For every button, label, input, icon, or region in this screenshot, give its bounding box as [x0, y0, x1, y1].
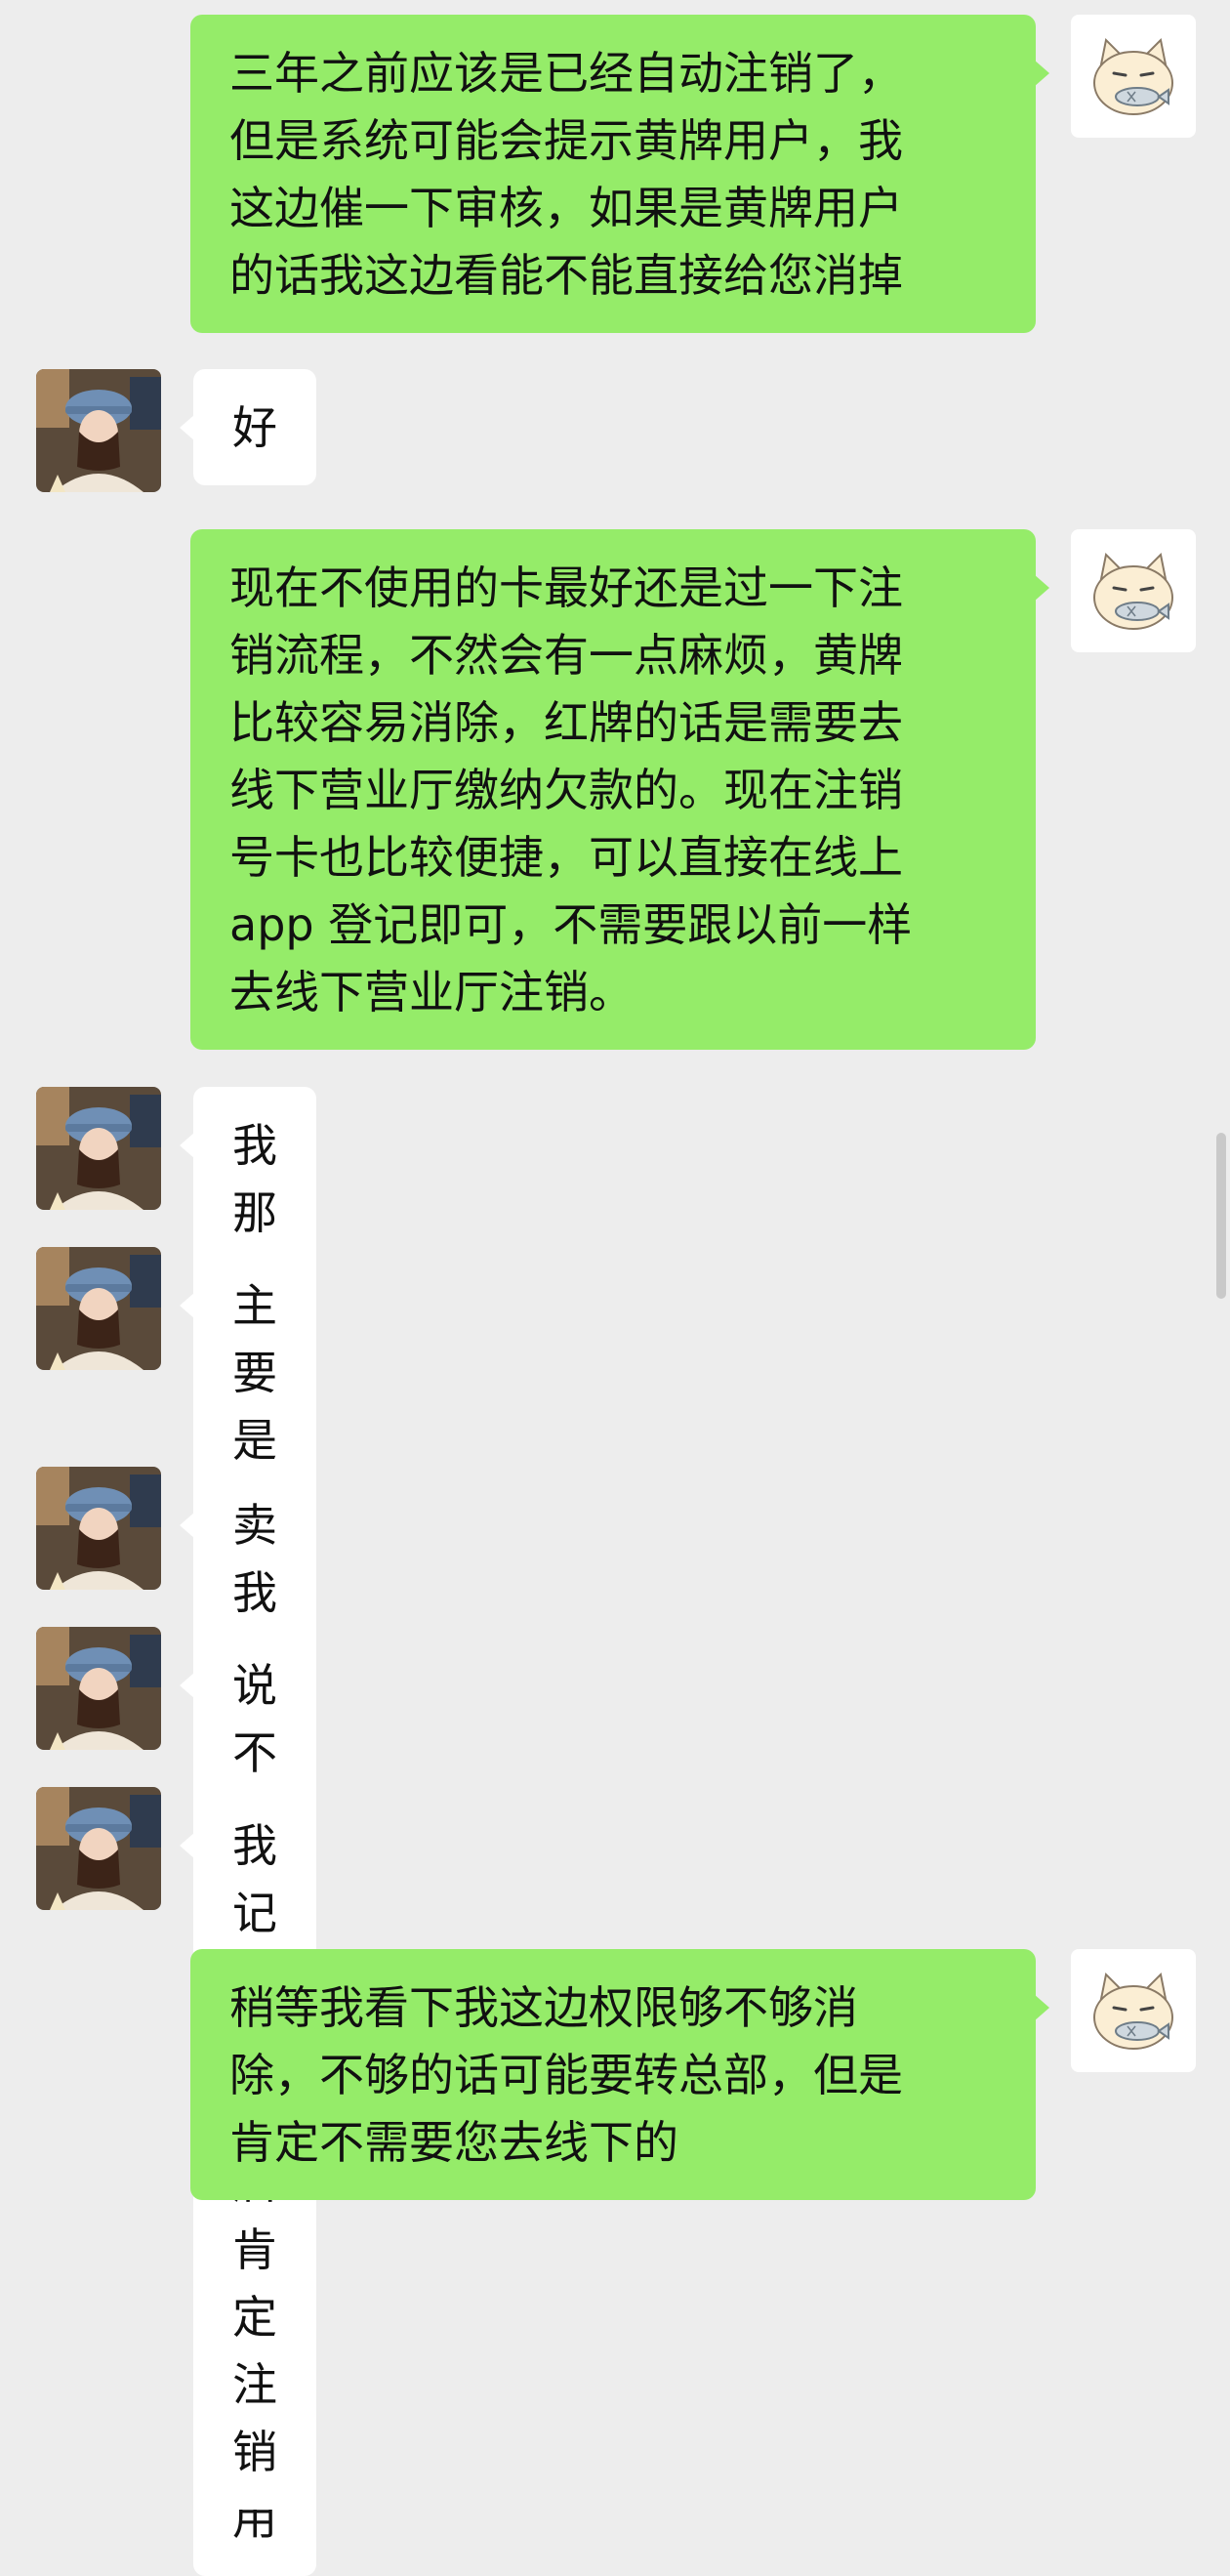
cat-fish-sticker-icon[interactable]: [1071, 15, 1196, 138]
cat-fish-sticker-icon[interactable]: [1071, 529, 1196, 652]
user-photo-icon[interactable]: [36, 1467, 161, 1590]
user-photo-icon[interactable]: [36, 369, 161, 492]
message-bubble[interactable]: 好: [180, 369, 316, 485]
scrollbar-thumb[interactable]: [1216, 1133, 1226, 1299]
cat-fish-sticker-icon[interactable]: [1071, 1949, 1196, 2072]
user-photo-icon[interactable]: [36, 1627, 161, 1750]
message-bubble[interactable]: 现在不使用的卡最好还是过一下注 销流程，不然会有一点麻烦，黄牌 比较容易消除，红…: [190, 529, 1049, 1050]
user-photo-icon[interactable]: [36, 1087, 161, 1210]
message-bubble[interactable]: 三年之前应该是已经自动注销了， 但是系统可能会提示黄牌用户，我 这边催一下审核，…: [190, 15, 1049, 333]
chat-message-list: 三年之前应该是已经自动注销了， 但是系统可能会提示黄牌用户，我 这边催一下审核，…: [0, 0, 1230, 2576]
message-bubble[interactable]: 稍等我看下我这边权限够不够消 除，不够的话可能要转总部，但是 肯定不需要您去线下…: [190, 1949, 1049, 2200]
user-photo-icon[interactable]: [36, 1247, 161, 1370]
user-photo-icon[interactable]: [36, 1787, 161, 1910]
